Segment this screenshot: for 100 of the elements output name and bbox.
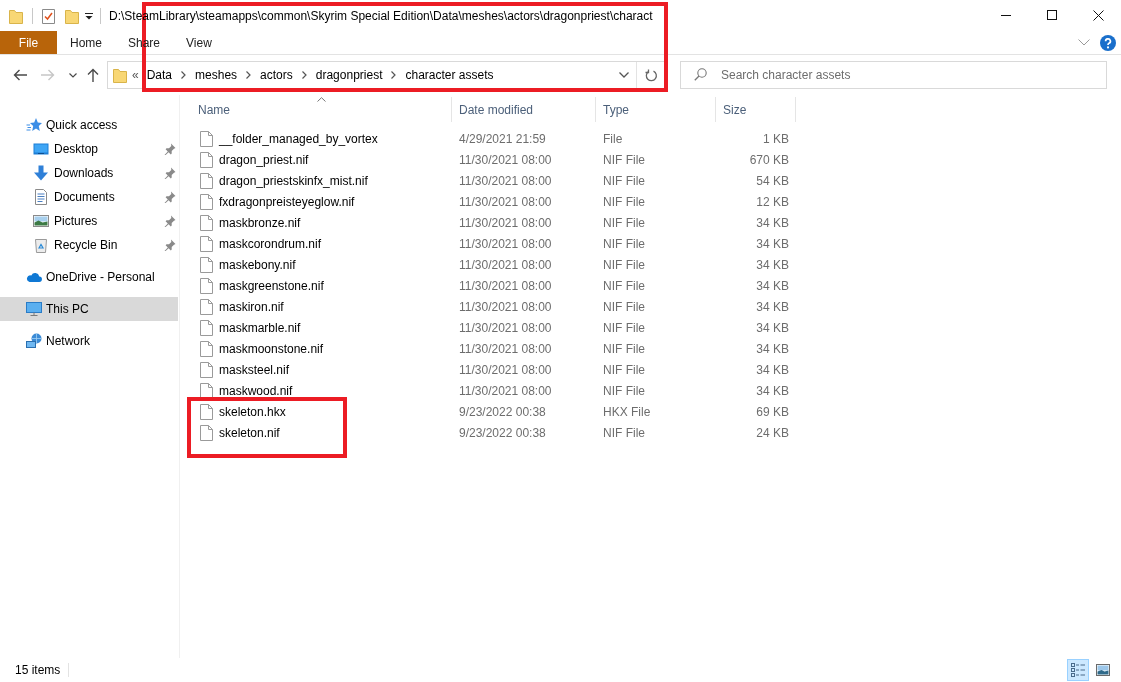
- maximize-icon: [1047, 10, 1057, 20]
- sidebar-item[interactable]: Recycle Bin: [0, 233, 178, 257]
- file-type: NIF File: [603, 278, 645, 293]
- date-modified: 9/23/2022 00:38: [459, 404, 546, 419]
- file-size: 54 KB: [756, 173, 789, 188]
- help-icon[interactable]: [1100, 34, 1116, 51]
- computer-icon: [26, 301, 42, 317]
- desktop-icon: [33, 141, 49, 157]
- file-size: 34 KB: [756, 299, 789, 314]
- file-type: NIF File: [603, 341, 645, 356]
- file-icon: [200, 235, 213, 252]
- folder-icon[interactable]: [9, 7, 23, 24]
- chevron-down-icon: [619, 72, 629, 78]
- file-name[interactable]: skeleton.nif: [219, 425, 280, 440]
- file-type: NIF File: [603, 257, 645, 272]
- file-name[interactable]: dragon_priestskinfx_mist.nif: [219, 173, 368, 188]
- sidebar-item[interactable]: Network: [0, 329, 178, 353]
- file-icon: [200, 361, 213, 378]
- column-header[interactable]: Size: [716, 97, 796, 122]
- file-type: NIF File: [603, 299, 645, 314]
- breadcrumb[interactable]: actors: [257, 68, 296, 82]
- file-size: 34 KB: [756, 320, 789, 335]
- search-icon: [694, 68, 707, 81]
- folder-icon[interactable]: [65, 7, 79, 24]
- chevron-down-icon: [1078, 39, 1090, 46]
- file-name[interactable]: __folder_managed_by_vortex: [219, 131, 378, 146]
- breadcrumb[interactable]: meshes: [192, 68, 241, 82]
- file-menu-tab[interactable]: File: [0, 31, 57, 54]
- file-name[interactable]: maskwood.nif: [219, 383, 293, 398]
- sidebar-item[interactable]: OneDrive - Personal: [0, 265, 178, 289]
- file-type: File: [603, 131, 623, 146]
- file-icon: [200, 298, 213, 315]
- file-type: NIF File: [603, 320, 645, 335]
- column-header[interactable]: Name: [187, 97, 452, 122]
- file-size: 34 KB: [756, 215, 789, 230]
- file-type: NIF File: [603, 152, 645, 167]
- file-icon: [200, 193, 213, 210]
- file-name[interactable]: fxdragonpreisteyeglow.nif: [219, 194, 355, 209]
- picture-icon: [1096, 664, 1110, 676]
- details-view-button[interactable]: [1067, 659, 1089, 681]
- properties-icon[interactable]: [42, 7, 55, 24]
- breadcrumb[interactable]: dragonpriest: [312, 68, 386, 82]
- file-name[interactable]: maskcorondrum.nif: [219, 236, 322, 251]
- file-size: 34 KB: [756, 383, 789, 398]
- hidden-folders-button[interactable]: «: [132, 68, 139, 82]
- details-view-icon: [1071, 663, 1085, 677]
- sidebar-item[interactable]: Documents: [0, 185, 178, 209]
- breadcrumb[interactable]: character assets: [402, 68, 497, 82]
- pin-icon[interactable]: [164, 239, 176, 251]
- sidebar-item[interactable]: Desktop: [0, 137, 178, 161]
- file-name[interactable]: maskmarble.nif: [219, 320, 301, 335]
- file-size: 34 KB: [756, 362, 789, 377]
- file-icon: [200, 214, 213, 231]
- pin-icon[interactable]: [164, 191, 176, 203]
- column-header[interactable]: Type: [596, 97, 716, 122]
- file-type: NIF File: [603, 236, 645, 251]
- folder-icon: [113, 67, 127, 83]
- ribbon-tab[interactable]: View: [173, 31, 225, 54]
- network-icon: [26, 333, 42, 349]
- breadcrumb[interactable]: Data: [143, 68, 176, 82]
- refresh-icon: [644, 68, 658, 82]
- file-type: NIF File: [603, 383, 645, 398]
- file-name[interactable]: maskgreenstone.nif: [219, 278, 324, 293]
- file-name[interactable]: maskbronze.nif: [219, 215, 301, 230]
- pin-icon[interactable]: [164, 215, 176, 227]
- file-size: 12 KB: [756, 194, 789, 209]
- chevron-right-icon: [301, 71, 307, 79]
- file-name[interactable]: maskebony.nif: [219, 257, 296, 272]
- date-modified: 11/30/2021 08:00: [459, 278, 552, 293]
- star-icon: [26, 117, 42, 133]
- file-name[interactable]: maskmoonstone.nif: [219, 341, 324, 356]
- file-size: 69 KB: [756, 404, 789, 419]
- sidebar-item[interactable]: Quick access: [0, 113, 178, 137]
- file-size: 24 KB: [756, 425, 789, 440]
- date-modified: 11/30/2021 08:00: [459, 299, 552, 314]
- file-name[interactable]: masksteel.nif: [219, 362, 290, 377]
- file-icon: [200, 277, 213, 294]
- file-name[interactable]: skeleton.hkx: [219, 404, 286, 419]
- ribbon-tab[interactable]: Home: [57, 31, 115, 54]
- pin-icon[interactable]: [164, 167, 176, 179]
- close-icon: [1092, 9, 1104, 21]
- date-modified: 11/30/2021 08:00: [459, 362, 552, 377]
- address-bar[interactable]: « Data meshes actors dragonpriest character assets: [107, 61, 666, 89]
- sidebar-item[interactable]: Pictures: [0, 209, 178, 233]
- column-header[interactable]: Date modified: [452, 97, 596, 122]
- file-size: 1 KB: [763, 131, 789, 146]
- search-field[interactable]: Search character assets: [680, 61, 1107, 89]
- item-count: 15 items: [15, 663, 61, 677]
- date-modified: 11/30/2021 08:00: [459, 383, 552, 398]
- file-type: NIF File: [603, 362, 645, 377]
- file-type: NIF File: [603, 425, 645, 440]
- caret-icon[interactable]: [85, 11, 93, 20]
- sidebar-item[interactable]: Downloads: [0, 161, 178, 185]
- sidebar-item[interactable]: This PC: [0, 297, 178, 321]
- file-name[interactable]: dragon_priest.nif: [219, 152, 309, 167]
- date-modified: 4/29/2021 21:59: [459, 131, 546, 146]
- pin-icon[interactable]: [164, 143, 176, 155]
- file-name[interactable]: maskiron.nif: [219, 299, 284, 314]
- down-arrow-icon: [33, 165, 49, 181]
- arrow-right-icon: [41, 69, 55, 81]
